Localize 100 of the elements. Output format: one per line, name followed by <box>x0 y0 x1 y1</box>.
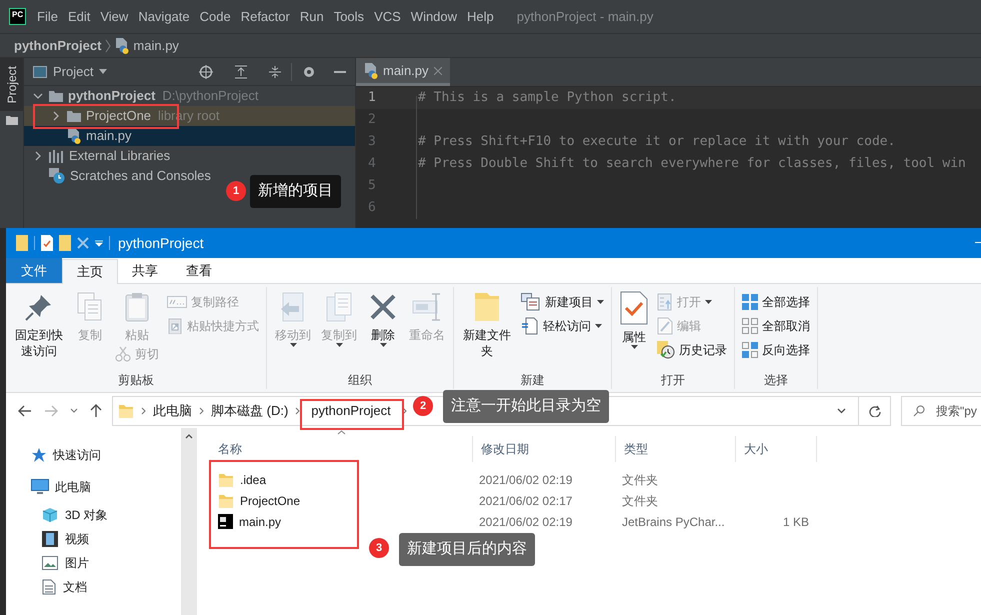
chevron-right-icon[interactable] <box>51 111 61 121</box>
nav-item[interactable]: 3D 对象 <box>6 503 181 527</box>
chevron-down-icon <box>837 408 846 414</box>
menu-item[interactable]: Refactor <box>236 6 295 26</box>
grid-icon <box>742 294 758 310</box>
breadcrumb-item[interactable]: main.py <box>133 36 179 56</box>
ribbon-button[interactable]: 历史记录 <box>655 339 729 361</box>
picture-icon <box>42 556 58 570</box>
python-file-icon <box>364 62 378 78</box>
nav-item[interactable]: 图片 <box>6 551 181 575</box>
file-menu-tab[interactable]: 文件 <box>6 258 62 283</box>
group-label: 新建 <box>520 372 546 389</box>
close-icon <box>434 66 442 74</box>
address-crumb[interactable]: pythonProject <box>307 400 395 420</box>
nav-item[interactable]: 此电脑 <box>6 471 181 503</box>
file-name[interactable]: main.py <box>210 512 473 530</box>
column-header[interactable]: 修改日期 <box>473 436 616 462</box>
chevron-right-icon <box>141 406 146 414</box>
ribbon-button[interactable]: 属性 <box>617 287 651 349</box>
refresh-icon <box>868 404 880 416</box>
tree-label: pythonProject <box>68 87 156 106</box>
address-crumb[interactable]: 此电脑 <box>153 400 192 420</box>
tree-item[interactable]: pythonProject D:\pythonProject <box>24 86 355 106</box>
crosshair-icon <box>199 64 213 78</box>
menu-item[interactable]: Window <box>406 6 462 26</box>
group-label: 剪贴板 <box>117 372 155 389</box>
line-number: 5 <box>367 177 377 196</box>
ribbon-button[interactable]: 固定到快速访问 <box>11 287 67 359</box>
star-icon <box>31 447 47 463</box>
folder-icon <box>49 90 63 102</box>
up-arrow-icon <box>90 404 102 418</box>
column-header[interactable]: 类型 <box>616 436 736 462</box>
breadcrumb-item[interactable]: pythonProject <box>14 36 102 56</box>
table-cell-text: 文件夹 <box>621 492 659 510</box>
nav-item[interactable]: 视频 <box>6 527 181 551</box>
ribbon-button[interactable]: 全部取消 <box>740 315 812 337</box>
tree-item[interactable]: main.py <box>24 126 355 146</box>
line-number: 6 <box>367 199 377 218</box>
shortcut-icon <box>167 318 183 334</box>
callout: 新增的项目 <box>250 175 341 208</box>
chevron-down-icon[interactable] <box>33 91 43 101</box>
tree-hint: D:\pythonProject <box>162 87 259 106</box>
scrollbar[interactable] <box>181 428 197 615</box>
column-header[interactable]: 名称 <box>210 436 473 462</box>
tree-label: Scratches and Consoles <box>70 167 211 186</box>
folder-icon <box>118 402 134 418</box>
table-cell-text: 1 KB <box>782 514 810 530</box>
ribbon-button[interactable]: 反向选择 <box>740 339 812 361</box>
menu-item[interactable]: Run <box>294 6 329 26</box>
table-cell-text: 文件夹 <box>621 472 659 488</box>
chevron-right-icon <box>199 406 204 414</box>
chevron-right-icon[interactable] <box>33 151 43 161</box>
group-label: 打开 <box>660 372 686 389</box>
caret-icon <box>95 239 103 247</box>
history-icon <box>657 341 675 359</box>
app-file-icon <box>218 514 233 529</box>
settings-icon <box>302 64 316 78</box>
back-arrow-icon <box>18 404 32 416</box>
menu-item[interactable]: VCS <box>369 6 406 26</box>
ribbon-tab[interactable]: 共享 <box>118 258 172 283</box>
tool-window-tab[interactable]: Project <box>0 58 23 112</box>
nav-item[interactable]: 快速访问 <box>6 439 181 471</box>
menu-item[interactable]: File <box>32 6 63 26</box>
ribbon-button[interactable]: 新建文件夹 <box>459 287 515 359</box>
pencil-document-icon <box>657 317 673 335</box>
code-comment: # Press Double Shift to search everywhere for classes, files, tool win <box>418 155 966 174</box>
python-file-icon <box>115 38 130 54</box>
menu-item[interactable]: Code <box>194 6 236 26</box>
column-header[interactable]: 大小 <box>736 436 817 462</box>
tree-item[interactable]: External Libraries <box>24 146 355 166</box>
line-number: 4 <box>367 155 377 174</box>
ribbon-button[interactable]: 删除 <box>364 287 402 347</box>
menu-item[interactable]: Edit <box>62 6 96 26</box>
address-crumb[interactable]: 脚本磁盘 (D:) <box>211 400 288 420</box>
ribbon-button[interactable]: 全部选择 <box>740 291 812 313</box>
table-cell-text: 2021/06/02 02:19 <box>478 472 574 488</box>
panel-icon <box>33 66 47 78</box>
ribbon-button[interactable]: 轻松访问 <box>519 315 606 337</box>
menu-item[interactable]: Navigate <box>133 6 195 26</box>
ribbon-tab[interactable]: 主页 <box>62 259 118 284</box>
collapse-all-icon <box>269 64 281 78</box>
menu-item[interactable]: Help <box>462 6 499 26</box>
window-title: pythonProject <box>118 234 204 253</box>
check-document-icon <box>41 235 53 251</box>
ribbon-button[interactable]: 新建项目 <box>519 291 606 313</box>
ribbon-tab[interactable]: 查看 <box>172 258 226 283</box>
chevron-down-icon <box>70 408 78 414</box>
menu-item[interactable]: Tools <box>328 6 370 26</box>
panel-title[interactable]: Project <box>53 62 108 82</box>
callout: 注意一开始此目录为空 <box>443 390 609 423</box>
menu-item[interactable]: View <box>95 6 134 26</box>
library-icon <box>49 150 64 162</box>
search-field[interactable]: 搜索"py <box>901 396 981 426</box>
nav-item[interactable]: 文档 <box>6 575 181 599</box>
file-name[interactable]: .idea <box>210 470 473 488</box>
new-item-icon <box>521 293 541 311</box>
grid-icon <box>742 342 758 358</box>
editor-tab[interactable]: main.py <box>356 58 450 86</box>
folder-icon <box>218 472 234 488</box>
file-name[interactable]: ProjectOne <box>210 492 473 510</box>
